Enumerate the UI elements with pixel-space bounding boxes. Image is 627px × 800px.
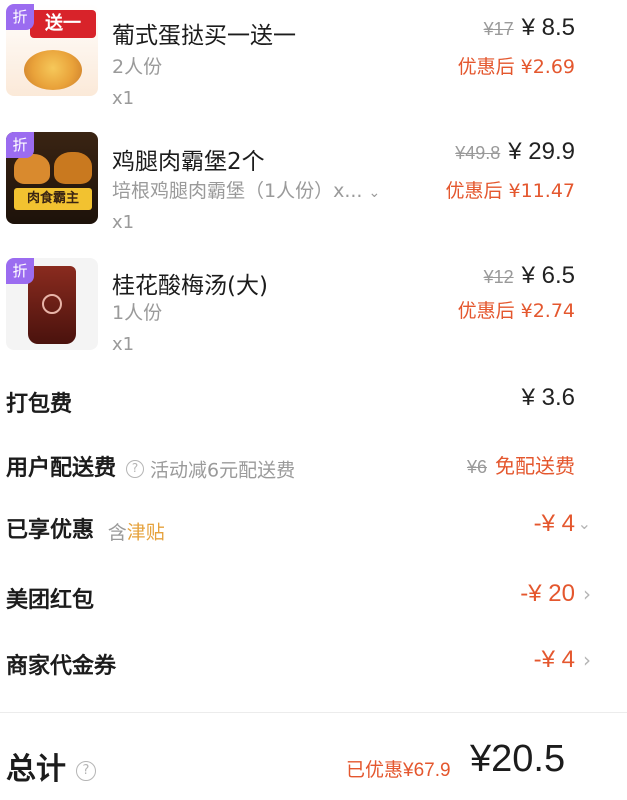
item-spec: 1人份 — [112, 302, 163, 324]
order-item[interactable]: 折 肉食霸主 鸡腿肉霸堡2个 培根鸡腿肉霸堡（1人份）x... ⌄ x1 ¥49.… — [0, 132, 627, 250]
burger-image — [54, 152, 92, 184]
egg-tart-image — [24, 50, 82, 90]
item-spec[interactable]: 培根鸡腿肉霸堡（1人份）x... ⌄ — [112, 176, 384, 203]
promo-banner-text: 送一 — [45, 13, 81, 34]
item-thumbnail: 折 — [6, 258, 98, 350]
delivery-free-label: 免配送费 — [495, 454, 575, 478]
packing-fee-label: 打包费 — [6, 392, 73, 417]
merchant-voucher-value: -¥ 4 — [533, 646, 575, 673]
burger-image — [14, 154, 50, 184]
original-price: ¥17 — [483, 19, 514, 39]
delivery-fee-value-group: ¥6 免配送费 — [467, 450, 575, 479]
question-circle-icon[interactable]: ? — [126, 460, 145, 478]
after-discount-price: 优惠后 ¥2.69 — [457, 56, 575, 78]
red-packet-value: -¥ 20 — [520, 580, 575, 607]
item-name: 鸡腿肉霸堡2个 — [112, 149, 265, 175]
delivery-fee-label: 用户配送费 — [6, 456, 117, 481]
item-name: 葡式蛋挞买一送一 — [112, 23, 296, 49]
chevron-right-icon[interactable]: › — [583, 648, 591, 672]
delivery-original-fee: ¥6 — [466, 457, 487, 477]
merchant-voucher-label: 商家代金券 — [6, 654, 117, 679]
packing-fee-value: ¥ 3.6 — [521, 384, 575, 411]
enjoyed-discount-label: 已享优惠 — [6, 518, 95, 543]
red-packet-label: 美团红包 — [6, 588, 95, 613]
item-name: 桂花酸梅汤(大) — [112, 273, 268, 299]
chevron-down-icon[interactable]: ⌄ — [578, 514, 591, 533]
price-row: ¥17 ¥ 8.5 — [484, 14, 575, 42]
item-qty: x1 — [112, 88, 135, 109]
enjoyed-discount-label-group: 已享优惠 含津贴 — [6, 512, 165, 545]
delivery-fee-label-group: 用户配送费? 活动减6元配送费 — [6, 450, 295, 483]
cup-logo — [42, 294, 62, 314]
total-saved: 已优惠¥67.9 — [346, 760, 451, 781]
enjoyed-discount-row[interactable]: 已享优惠 含津贴 -¥ 4 ⌄ — [0, 508, 627, 548]
item-qty: x1 — [112, 212, 135, 233]
item-thumbnail: 折 肉食霸主 — [6, 132, 98, 224]
merchant-voucher-row[interactable]: 商家代金券 -¥ 4 › — [0, 644, 627, 684]
packing-fee-row: 打包费 ¥ 3.6 — [0, 382, 627, 422]
total-label-group: 总计? — [6, 744, 102, 788]
after-discount-price: 优惠后 ¥11.47 — [445, 180, 575, 202]
total-amount: ¥20.5 — [470, 738, 566, 780]
original-price: ¥12 — [483, 267, 514, 287]
price-row: ¥49.8 ¥ 29.9 — [455, 138, 575, 166]
promo-banner-text: 肉食霸主 — [26, 191, 79, 206]
item-spec-text: 培根鸡腿肉霸堡（1人份）x... — [112, 180, 363, 202]
price-row: ¥12 ¥ 6.5 — [484, 262, 575, 290]
discount-badge: 折 — [6, 132, 34, 158]
current-price: ¥ 6.5 — [521, 262, 575, 289]
promo-banner: 肉食霸主 — [14, 188, 92, 210]
question-circle-icon[interactable]: ? — [76, 760, 96, 781]
enjoyed-discount-value: -¥ 4 — [533, 510, 575, 537]
order-item[interactable]: 折 桂花酸梅汤(大) 1人份 x1 ¥12 ¥ 6.5 优惠后 ¥2.74 — [0, 258, 627, 376]
after-discount-price: 优惠后 ¥2.74 — [457, 300, 575, 322]
delivery-fee-note: 活动减6元配送费 — [150, 459, 296, 482]
promo-banner: 送一 — [30, 10, 96, 38]
red-packet-row[interactable]: 美团红包 -¥ 20 › — [0, 578, 627, 618]
current-price: ¥ 8.5 — [521, 14, 575, 41]
total-label: 总计 — [6, 752, 66, 787]
item-spec: 2人份 — [112, 56, 163, 78]
original-price: ¥49.8 — [455, 143, 501, 163]
discount-badge: 折 — [6, 258, 34, 284]
enjoyed-note-prefix: 含 — [107, 521, 127, 544]
chevron-down-icon[interactable]: ⌄ — [368, 185, 380, 201]
current-price: ¥ 29.9 — [508, 138, 575, 165]
chevron-right-icon[interactable]: › — [583, 582, 591, 606]
item-qty: x1 — [112, 334, 135, 355]
item-thumbnail: 折 送一 — [6, 4, 98, 96]
allowance-label: 津贴 — [126, 521, 165, 544]
divider — [0, 712, 627, 713]
delivery-fee-row: 用户配送费? 活动减6元配送费 ¥6 免配送费 — [0, 446, 627, 486]
discount-badge: 折 — [6, 4, 34, 30]
order-item[interactable]: 折 送一 葡式蛋挞买一送一 2人份 x1 ¥17 ¥ 8.5 优惠后 ¥2.69 — [0, 4, 627, 122]
